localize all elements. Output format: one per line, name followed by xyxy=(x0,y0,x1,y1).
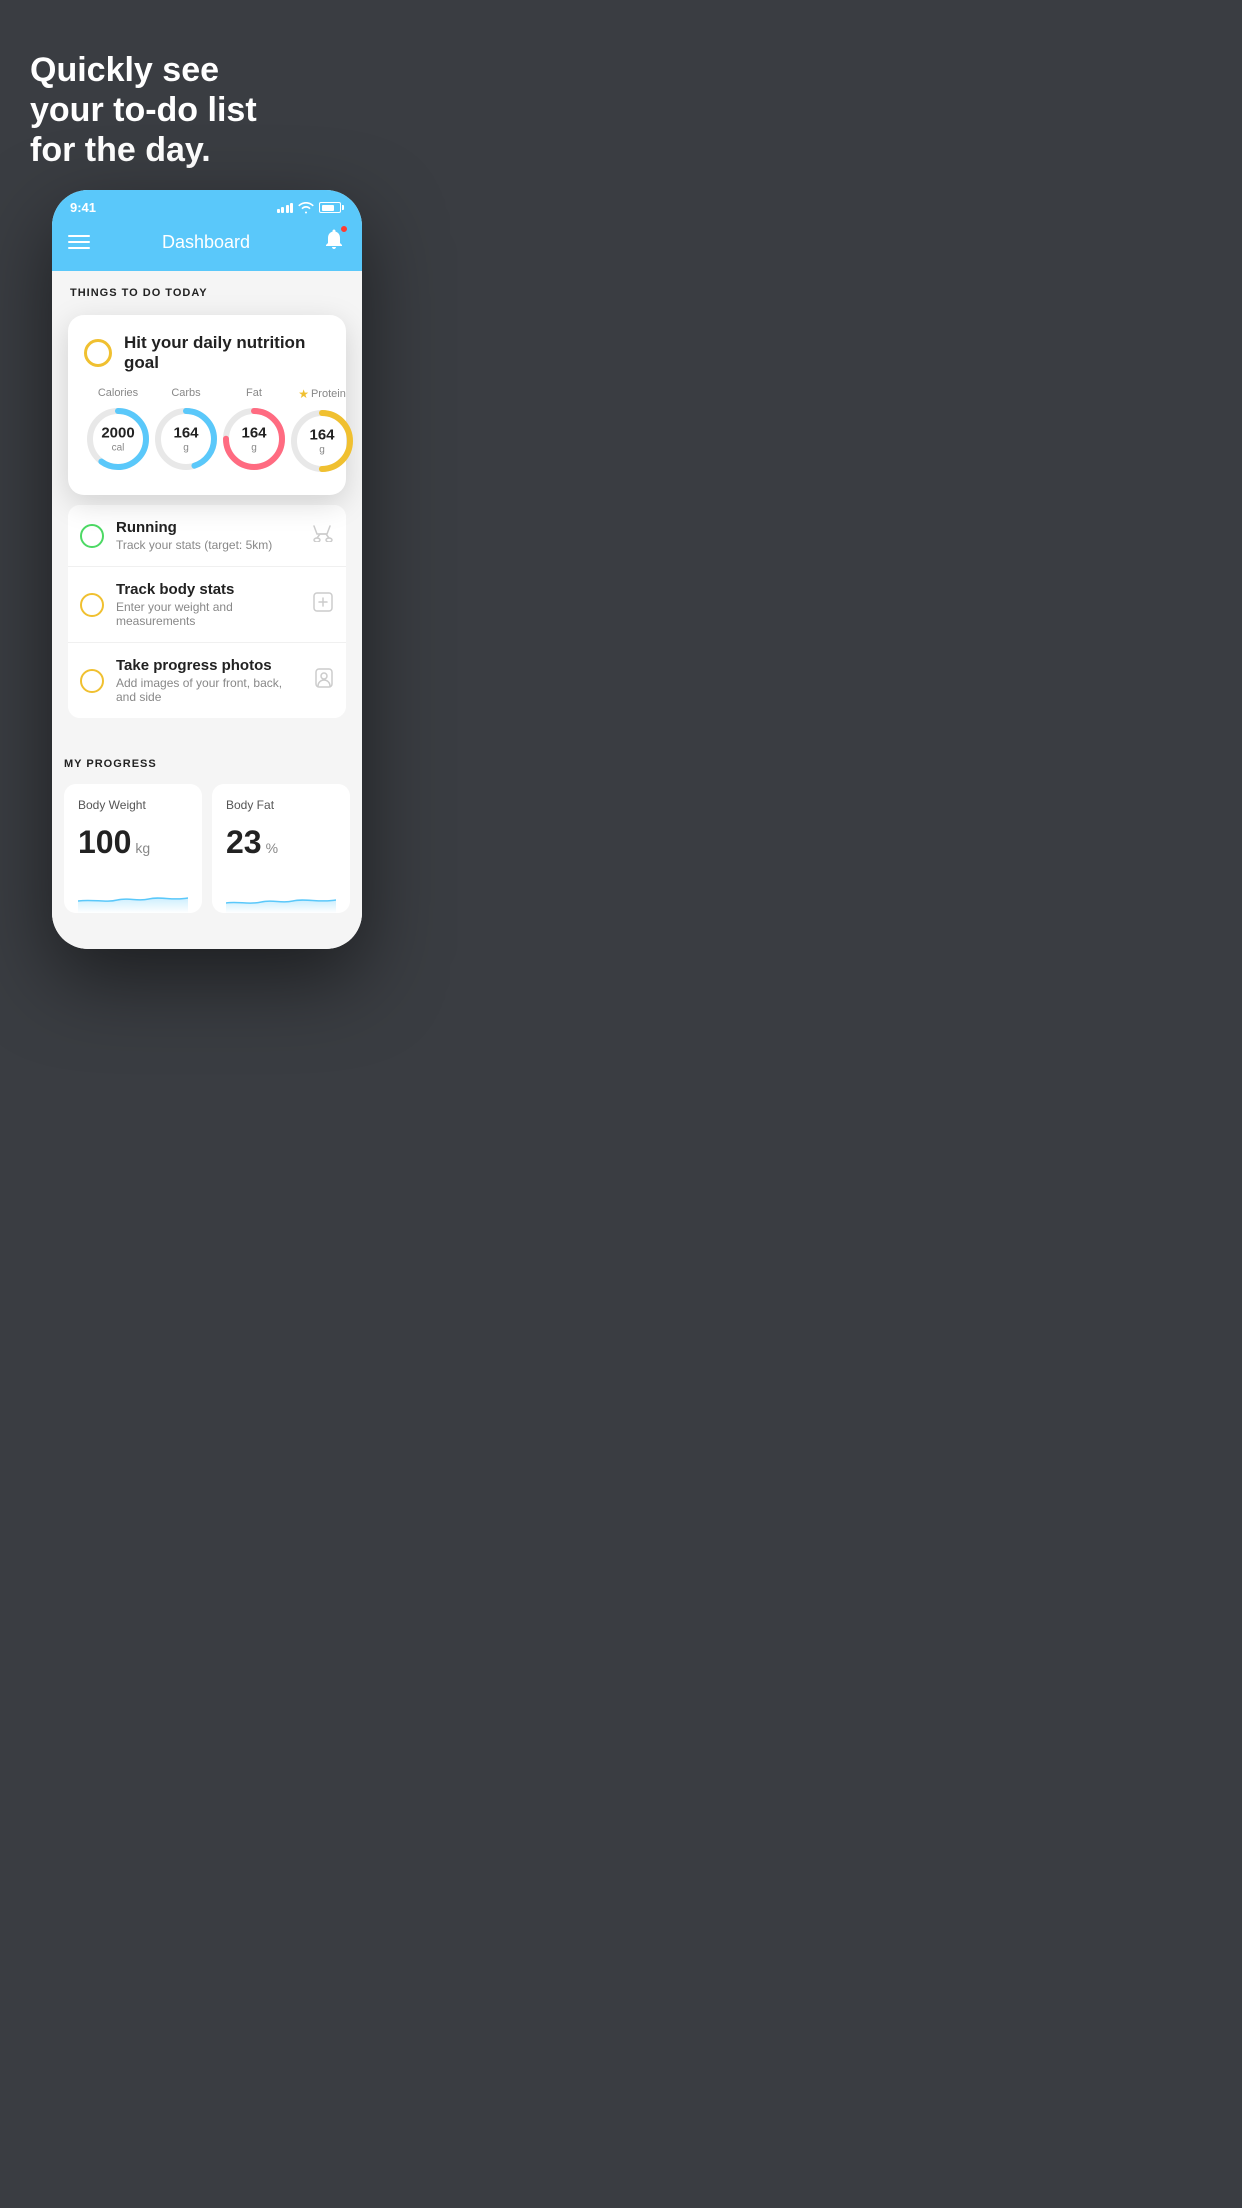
protein-label: Protein xyxy=(311,388,346,400)
running-subtitle: Track your stats (target: 5km) xyxy=(116,538,300,552)
body-fat-value-row: 23 % xyxy=(226,824,336,861)
fat-ring: 164 g xyxy=(220,405,288,473)
phone-bottom xyxy=(52,933,362,949)
nutrition-card-title: Hit your daily nutrition goal xyxy=(124,333,330,373)
body-fat-card: Body Fat 23 % xyxy=(212,784,350,913)
carbs-label: Carbs xyxy=(171,387,200,399)
hamburger-menu[interactable] xyxy=(68,235,90,249)
calories-item: Calories 2000 cal xyxy=(84,387,152,473)
fat-label: Fat xyxy=(246,387,262,399)
star-icon: ★ xyxy=(298,387,309,401)
nutrition-check-circle[interactable] xyxy=(84,339,112,367)
running-title: Running xyxy=(116,519,300,536)
header-section: Quickly see your to-do list for the day. xyxy=(0,0,414,190)
progress-section-title: MY PROGRESS xyxy=(64,758,350,770)
signal-icon xyxy=(277,203,294,213)
todo-item-progress-photos[interactable]: Take progress photos Add images of your … xyxy=(68,643,346,718)
card-header: Hit your daily nutrition goal xyxy=(84,333,330,373)
body-stats-subtitle: Enter your weight and measurements xyxy=(116,600,300,628)
body-stats-title: Track body stats xyxy=(116,581,300,598)
body-weight-card: Body Weight 100 kg xyxy=(64,784,202,913)
protein-ring: 164 g xyxy=(288,407,356,475)
body-stats-text: Track body stats Enter your weight and m… xyxy=(116,581,300,628)
fat-item: Fat 164 g xyxy=(220,387,288,473)
body-fat-title: Body Fat xyxy=(226,798,336,812)
wifi-icon xyxy=(298,202,314,214)
scale-icon xyxy=(312,591,334,618)
body-weight-chart xyxy=(78,873,188,913)
content-area: THINGS TO DO TODAY Hit your daily nutrit… xyxy=(52,271,362,718)
todo-item-body-stats[interactable]: Track body stats Enter your weight and m… xyxy=(68,567,346,643)
body-weight-title: Body Weight xyxy=(78,798,188,812)
body-weight-unit: kg xyxy=(135,840,150,856)
body-fat-chart xyxy=(226,873,336,913)
running-icon xyxy=(312,524,334,547)
carbs-ring: 164 g xyxy=(152,405,220,473)
body-stats-check-circle[interactable] xyxy=(80,593,104,617)
notification-dot xyxy=(340,225,348,233)
phone-mockup: 9:41 xyxy=(52,190,362,949)
progress-photos-text: Take progress photos Add images of your … xyxy=(116,657,302,704)
app-title: Dashboard xyxy=(162,232,250,253)
notification-bell[interactable] xyxy=(322,227,346,257)
body-weight-number: 100 xyxy=(78,824,131,861)
running-text: Running Track your stats (target: 5km) xyxy=(116,519,300,552)
progress-photos-subtitle: Add images of your front, back, and side xyxy=(116,676,302,704)
nutrition-card: Hit your daily nutrition goal Calories 2… xyxy=(68,315,346,495)
body-fat-unit: % xyxy=(266,840,278,856)
progress-photos-check-circle[interactable] xyxy=(80,669,104,693)
time: 9:41 xyxy=(70,200,96,215)
status-bar: 9:41 xyxy=(52,190,362,219)
calories-ring: 2000 cal xyxy=(84,405,152,473)
protein-label-container: ★ Protein xyxy=(298,387,346,401)
body-weight-value-row: 100 kg xyxy=(78,824,188,861)
todo-item-running[interactable]: Running Track your stats (target: 5km) xyxy=(68,505,346,567)
progress-cards-row: Body Weight 100 kg xyxy=(64,784,350,913)
body-fat-number: 23 xyxy=(226,824,262,861)
running-check-circle[interactable] xyxy=(80,524,104,548)
nutrition-circles: Calories 2000 cal Carbs xyxy=(84,387,330,475)
protein-item: ★ Protein 164 g xyxy=(288,387,356,475)
status-icons xyxy=(277,202,345,214)
calories-label: Calories xyxy=(98,387,138,399)
my-progress-section: MY PROGRESS Body Weight 100 kg xyxy=(52,738,362,933)
battery-icon xyxy=(319,202,344,213)
headline: Quickly see your to-do list for the day. xyxy=(30,50,384,170)
carbs-item: Carbs 164 g xyxy=(152,387,220,473)
progress-photos-title: Take progress photos xyxy=(116,657,302,674)
app-header: Dashboard xyxy=(52,219,362,271)
todo-list: Running Track your stats (target: 5km) xyxy=(68,505,346,718)
person-icon xyxy=(314,667,334,694)
section-title-todo: THINGS TO DO TODAY xyxy=(68,287,346,299)
